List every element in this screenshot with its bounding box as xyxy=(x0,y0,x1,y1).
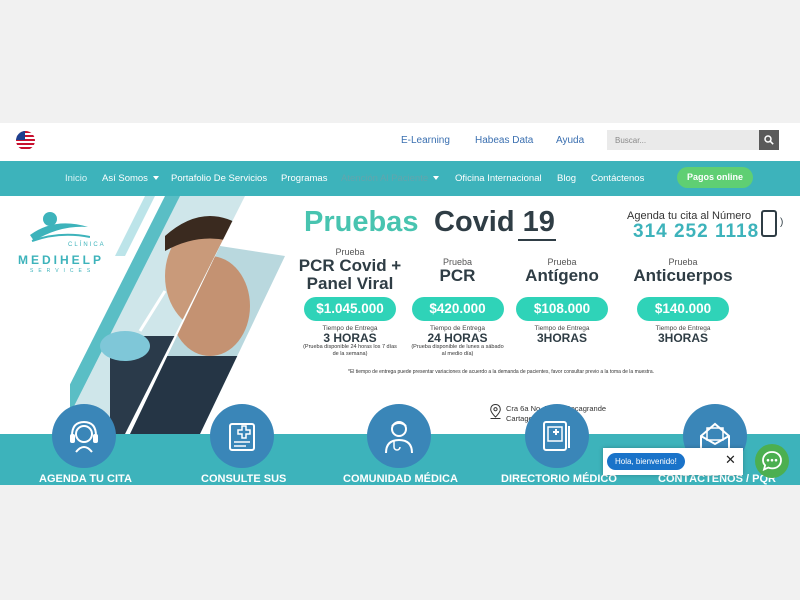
medical-records-icon xyxy=(229,423,255,451)
logo-sub-text: SERVICES xyxy=(30,268,96,274)
agenda-phone-number[interactable]: 314 252 1118 xyxy=(633,221,759,243)
price-badge: $1.045.000 xyxy=(304,297,396,321)
chevron-down-icon xyxy=(152,176,159,181)
test-card-anticuerpos: Prueba Anticuerpos $140.000 Tiempo de En… xyxy=(624,257,742,344)
nav-item-asi-somos[interactable]: Así Somos xyxy=(102,173,159,184)
chat-greeting[interactable]: Hola, bienvenido! xyxy=(607,453,685,470)
service-label[interactable]: COMUNIDAD MÉDICA xyxy=(343,473,458,485)
top-link-elearning[interactable]: E-Learning xyxy=(401,135,450,146)
close-icon[interactable]: ✕ xyxy=(725,452,736,468)
test-card-pcr-panel: Prueba PCR Covid + Panel Viral $1.045.00… xyxy=(295,247,405,358)
top-bar: E-Learning Habeas Data Ayuda Buscar... xyxy=(0,123,800,161)
service-comunidad-medica[interactable] xyxy=(367,404,431,468)
service-consulte[interactable] xyxy=(210,404,274,468)
nav-item-label: Atención Al Paciente xyxy=(341,173,429,184)
chat-icon xyxy=(762,451,782,471)
top-link-habeas-data[interactable]: Habeas Data xyxy=(475,135,533,146)
service-label[interactable]: DIRECTORIO MÉDICO xyxy=(501,473,617,485)
phone-icon xyxy=(761,210,777,237)
banner-title-covid: Covid 19 xyxy=(434,206,555,238)
covid-banner[interactable]: CLÍNICA MEDIHELP SERVICES Pruebas Covid … xyxy=(0,196,800,434)
search-placeholder: Buscar... xyxy=(615,136,647,145)
test-name: PCR xyxy=(439,266,476,285)
delivery-time: 3HORAS xyxy=(536,331,587,345)
test-card-antigeno: Prueba Antígeno $108.000 Tiempo de Entre… xyxy=(512,257,612,344)
nav-item-inicio[interactable]: Inicio xyxy=(65,173,87,184)
chat-greeting-popup[interactable]: Hola, bienvenido! ✕ xyxy=(603,448,743,475)
online-payments-button[interactable]: Pagos online xyxy=(677,167,753,188)
test-name: PCR Covid + Panel Viral xyxy=(298,256,402,293)
service-label[interactable]: AGENDA TU CITA xyxy=(39,473,132,485)
delivery-note: (Prueba disponible 24 horas los 7 días d… xyxy=(303,344,397,357)
logo-clinic-text: CLÍNICA xyxy=(68,242,106,248)
search-icon xyxy=(764,135,774,145)
service-label[interactable]: CONSULTE SUS xyxy=(201,473,286,485)
banner-title-pruebas: Pruebas xyxy=(304,206,419,238)
test-name: Anticuerpos xyxy=(633,266,733,285)
website: E-Learning Habeas Data Ayuda Buscar... I… xyxy=(0,123,800,485)
delivery-disclaimer: *El tiempo de entrega puede presentar va… xyxy=(348,369,655,375)
nav-item-portafolio[interactable]: Portafolio De Servicios xyxy=(171,173,267,184)
logo-name-text: MEDIHELP xyxy=(18,253,105,267)
nav-item-programas[interactable]: Programas xyxy=(281,173,327,184)
medical-directory-icon xyxy=(543,421,570,451)
service-agenda-cita[interactable] xyxy=(52,404,116,468)
nav-item-atencion[interactable]: Atención Al Paciente xyxy=(341,173,440,184)
top-link-ayuda[interactable]: Ayuda xyxy=(556,135,584,146)
price-badge: $420.000 xyxy=(411,297,504,321)
nav-item-blog[interactable]: Blog xyxy=(557,173,576,184)
delivery-time: 3HORAS xyxy=(657,331,708,345)
delivery-time: 24 HORAS xyxy=(427,331,488,345)
delivery-time: 3 HORAS xyxy=(323,331,377,345)
title-underline xyxy=(518,239,556,241)
nav-item-label: Así Somos xyxy=(102,173,148,184)
price-badge: $140.000 xyxy=(637,297,729,321)
us-flag-icon[interactable] xyxy=(16,131,35,150)
nav-item-oficina[interactable]: Oficina Internacional xyxy=(455,173,542,184)
doctor-icon xyxy=(385,421,413,454)
location-pin-icon xyxy=(490,404,501,419)
headset-icon xyxy=(70,420,98,453)
phone-waves-icon: ) xyxy=(780,217,784,228)
chat-launcher-button[interactable] xyxy=(755,444,789,478)
delivery-note: (Prueba disponible de lunes a sábado al … xyxy=(411,344,504,357)
service-directorio-medico[interactable] xyxy=(525,404,589,468)
main-nav: Inicio Así Somos Portafolio De Servicios… xyxy=(0,161,800,196)
nav-item-contactenos[interactable]: Contáctenos xyxy=(591,173,644,184)
patient-photo xyxy=(70,196,285,434)
test-card-pcr: Prueba PCR $420.000 Tiempo de Entrega 24… xyxy=(405,257,510,358)
test-name: Antígeno xyxy=(525,266,599,285)
chevron-down-icon xyxy=(433,176,440,181)
price-badge: $108.000 xyxy=(516,297,608,321)
search-button[interactable] xyxy=(759,130,779,150)
